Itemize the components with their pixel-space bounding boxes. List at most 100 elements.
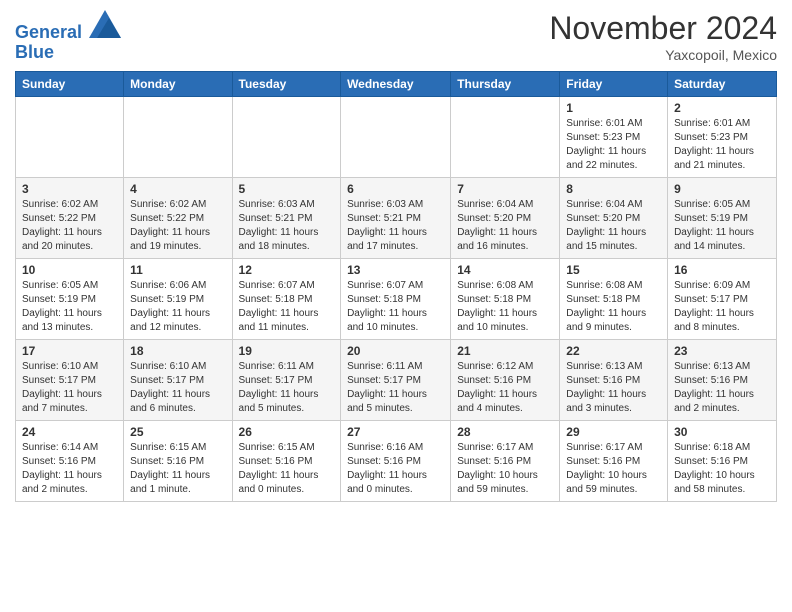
weekday-header-saturday: Saturday bbox=[668, 72, 777, 97]
logo-general: General bbox=[15, 22, 82, 42]
day-number: 29 bbox=[566, 425, 661, 439]
day-number: 26 bbox=[239, 425, 335, 439]
weekday-header-tuesday: Tuesday bbox=[232, 72, 341, 97]
calendar-cell: 26Sunrise: 6:15 AM Sunset: 5:16 PM Dayli… bbox=[232, 421, 341, 502]
calendar-cell bbox=[16, 97, 124, 178]
day-info: Sunrise: 6:11 AM Sunset: 5:17 PM Dayligh… bbox=[239, 360, 335, 416]
weekday-header-wednesday: Wednesday bbox=[341, 72, 451, 97]
day-info: Sunrise: 6:03 AM Sunset: 5:21 PM Dayligh… bbox=[347, 198, 444, 254]
calendar-cell: 18 Sunrise: 6:10 AM Sunset: 5:17 PM Dayli… bbox=[124, 340, 232, 421]
calendar-cell: 19 Sunrise: 6:11 AM Sunset: 5:17 PM Dayli… bbox=[232, 340, 341, 421]
calendar-cell: 28Sunrise: 6:17 AM Sunset: 5:16 PM Dayli… bbox=[451, 421, 560, 502]
day-number: 25 bbox=[130, 425, 225, 439]
week-row-2: 10 Sunrise: 6:05 AM Sunset: 5:19 PM Dayli… bbox=[16, 259, 777, 340]
calendar-cell: 6 Sunrise: 6:03 AM Sunset: 5:21 PM Daylig… bbox=[341, 178, 451, 259]
day-number: 17 bbox=[22, 344, 117, 358]
day-number: 30 bbox=[674, 425, 770, 439]
day-number: 27 bbox=[347, 425, 444, 439]
calendar-cell: 22 Sunrise: 6:13 AM Sunset: 5:16 PM Dayli… bbox=[560, 340, 668, 421]
day-number: 5 bbox=[239, 182, 335, 196]
weekday-header-row: SundayMondayTuesdayWednesdayThursdayFrid… bbox=[16, 72, 777, 97]
day-info: Sunrise: 6:18 AM Sunset: 5:16 PM Dayligh… bbox=[674, 441, 770, 497]
day-info: Sunrise: 6:02 AM Sunset: 5:22 PM Dayligh… bbox=[130, 198, 225, 254]
day-number: 14 bbox=[457, 263, 553, 277]
day-info: Sunrise: 6:16 AM Sunset: 5:16 PM Dayligh… bbox=[347, 441, 444, 497]
calendar-cell: 20 Sunrise: 6:11 AM Sunset: 5:17 PM Dayli… bbox=[341, 340, 451, 421]
calendar-cell: 12 Sunrise: 6:07 AM Sunset: 5:18 PM Dayli… bbox=[232, 259, 341, 340]
calendar-cell bbox=[124, 97, 232, 178]
calendar-cell: 9 Sunrise: 6:05 AM Sunset: 5:19 PM Daylig… bbox=[668, 178, 777, 259]
day-info: Sunrise: 6:14 AM Sunset: 5:16 PM Dayligh… bbox=[22, 441, 117, 497]
day-info: Sunrise: 6:05 AM Sunset: 5:19 PM Dayligh… bbox=[22, 279, 117, 335]
day-info: Sunrise: 6:04 AM Sunset: 5:20 PM Dayligh… bbox=[566, 198, 661, 254]
day-number: 20 bbox=[347, 344, 444, 358]
day-info: Sunrise: 6:02 AM Sunset: 5:22 PM Dayligh… bbox=[22, 198, 117, 254]
day-number: 19 bbox=[239, 344, 335, 358]
calendar-cell: 29 Sunrise: 6:17 AM Sunset: 5:16 PM Dayli… bbox=[560, 421, 668, 502]
weekday-header-thursday: Thursday bbox=[451, 72, 560, 97]
day-info: Sunrise: 6:11 AM Sunset: 5:17 PM Dayligh… bbox=[347, 360, 444, 416]
day-number: 13 bbox=[347, 263, 444, 277]
header: General Blue November 2024 Yaxcopoil, Me… bbox=[15, 10, 777, 63]
day-number: 28 bbox=[457, 425, 553, 439]
day-info: Sunrise: 6:07 AM Sunset: 5:18 PM Dayligh… bbox=[239, 279, 335, 335]
day-info: Sunrise: 6:08 AM Sunset: 5:18 PM Dayligh… bbox=[457, 279, 553, 335]
calendar-cell: 15Sunrise: 6:08 AM Sunset: 5:18 PM Dayli… bbox=[560, 259, 668, 340]
day-info: Sunrise: 6:10 AM Sunset: 5:17 PM Dayligh… bbox=[22, 360, 117, 416]
day-number: 24 bbox=[22, 425, 117, 439]
day-info: Sunrise: 6:10 AM Sunset: 5:17 PM Dayligh… bbox=[130, 360, 225, 416]
day-info: Sunrise: 6:09 AM Sunset: 5:17 PM Dayligh… bbox=[674, 279, 770, 335]
month-title: November 2024 bbox=[549, 10, 777, 47]
day-info: Sunrise: 6:13 AM Sunset: 5:16 PM Dayligh… bbox=[674, 360, 770, 416]
day-number: 3 bbox=[22, 182, 117, 196]
weekday-header-monday: Monday bbox=[124, 72, 232, 97]
day-number: 18 bbox=[130, 344, 225, 358]
calendar-cell: 17 Sunrise: 6:10 AM Sunset: 5:17 PM Dayli… bbox=[16, 340, 124, 421]
day-info: Sunrise: 6:13 AM Sunset: 5:16 PM Dayligh… bbox=[566, 360, 661, 416]
calendar-cell: 14 Sunrise: 6:08 AM Sunset: 5:18 PM Dayli… bbox=[451, 259, 560, 340]
week-row-3: 17 Sunrise: 6:10 AM Sunset: 5:17 PM Dayli… bbox=[16, 340, 777, 421]
day-info: Sunrise: 6:01 AM Sunset: 5:23 PM Dayligh… bbox=[674, 117, 770, 173]
calendar-cell: 10 Sunrise: 6:05 AM Sunset: 5:19 PM Dayli… bbox=[16, 259, 124, 340]
location-title: Yaxcopoil, Mexico bbox=[549, 47, 777, 63]
calendar-cell: 30 Sunrise: 6:18 AM Sunset: 5:16 PM Dayli… bbox=[668, 421, 777, 502]
day-number: 22 bbox=[566, 344, 661, 358]
week-row-1: 3 Sunrise: 6:02 AM Sunset: 5:22 PM Daylig… bbox=[16, 178, 777, 259]
calendar-cell: 3 Sunrise: 6:02 AM Sunset: 5:22 PM Daylig… bbox=[16, 178, 124, 259]
calendar-cell: 16 Sunrise: 6:09 AM Sunset: 5:17 PM Dayli… bbox=[668, 259, 777, 340]
calendar-cell: 7 Sunrise: 6:04 AM Sunset: 5:20 PM Daylig… bbox=[451, 178, 560, 259]
calendar-cell bbox=[341, 97, 451, 178]
day-number: 1 bbox=[566, 101, 661, 115]
calendar-cell: 1 Sunrise: 6:01 AM Sunset: 5:23 PM Daylig… bbox=[560, 97, 668, 178]
calendar-cell: 24 Sunrise: 6:14 AM Sunset: 5:16 PM Dayli… bbox=[16, 421, 124, 502]
day-number: 2 bbox=[674, 101, 770, 115]
calendar-cell: 2 Sunrise: 6:01 AM Sunset: 5:23 PM Daylig… bbox=[668, 97, 777, 178]
week-row-0: 1 Sunrise: 6:01 AM Sunset: 5:23 PM Daylig… bbox=[16, 97, 777, 178]
day-info: Sunrise: 6:01 AM Sunset: 5:23 PM Dayligh… bbox=[566, 117, 661, 173]
day-number: 16 bbox=[674, 263, 770, 277]
calendar-cell bbox=[451, 97, 560, 178]
day-info: Sunrise: 6:04 AM Sunset: 5:20 PM Dayligh… bbox=[457, 198, 553, 254]
weekday-header-sunday: Sunday bbox=[16, 72, 124, 97]
day-number: 10 bbox=[22, 263, 117, 277]
day-info: Sunrise: 6:05 AM Sunset: 5:19 PM Dayligh… bbox=[674, 198, 770, 254]
logo-text: General bbox=[15, 10, 121, 43]
logo: General Blue bbox=[15, 10, 121, 63]
calendar-cell: 11Sunrise: 6:06 AM Sunset: 5:19 PM Dayli… bbox=[124, 259, 232, 340]
day-number: 7 bbox=[457, 182, 553, 196]
day-number: 21 bbox=[457, 344, 553, 358]
day-number: 9 bbox=[674, 182, 770, 196]
day-number: 6 bbox=[347, 182, 444, 196]
calendar-cell: 13Sunrise: 6:07 AM Sunset: 5:18 PM Dayli… bbox=[341, 259, 451, 340]
day-info: Sunrise: 6:15 AM Sunset: 5:16 PM Dayligh… bbox=[130, 441, 225, 497]
logo-icon bbox=[89, 10, 121, 38]
day-number: 12 bbox=[239, 263, 335, 277]
day-number: 8 bbox=[566, 182, 661, 196]
day-info: Sunrise: 6:17 AM Sunset: 5:16 PM Dayligh… bbox=[566, 441, 661, 497]
day-info: Sunrise: 6:12 AM Sunset: 5:16 PM Dayligh… bbox=[457, 360, 553, 416]
title-block: November 2024 Yaxcopoil, Mexico bbox=[549, 10, 777, 63]
weekday-header-friday: Friday bbox=[560, 72, 668, 97]
calendar-cell bbox=[232, 97, 341, 178]
calendar-cell: 25 Sunrise: 6:15 AM Sunset: 5:16 PM Dayli… bbox=[124, 421, 232, 502]
day-number: 23 bbox=[674, 344, 770, 358]
